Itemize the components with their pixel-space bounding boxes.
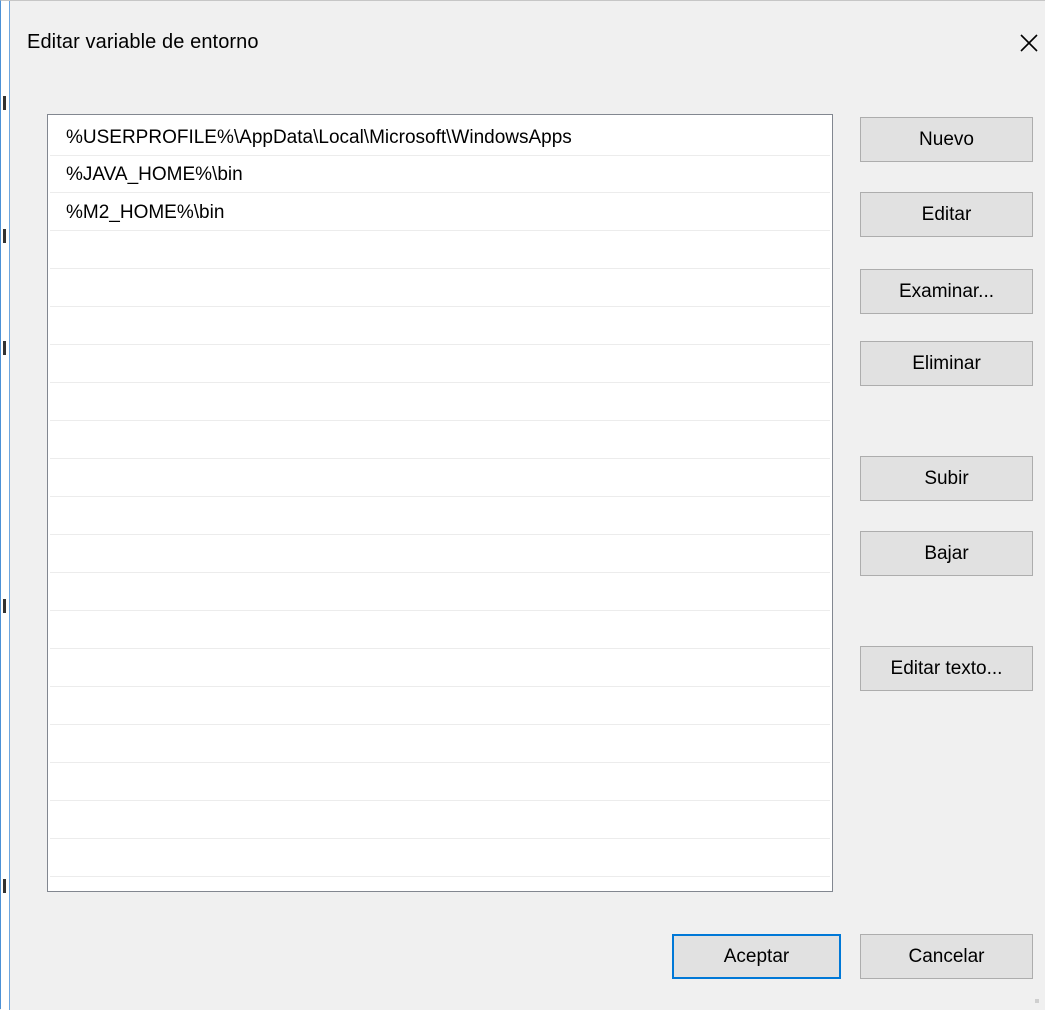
empty-list-row[interactable] [50,498,830,535]
empty-list-row[interactable] [50,422,830,459]
close-icon [1020,34,1038,52]
empty-list-row[interactable] [50,840,830,877]
edge-mark [3,599,6,613]
dialog-title: Editar variable de entorno [27,31,259,53]
cancel-button[interactable]: Cancelar [860,934,1033,979]
background-window-edge [1,1,10,1010]
close-button[interactable] [1015,29,1043,57]
empty-list-row[interactable] [50,232,830,269]
edit-text-button[interactable]: Editar texto... [860,646,1033,691]
browse-button[interactable]: Examinar... [860,269,1033,314]
empty-list-row[interactable] [50,308,830,345]
list-item[interactable]: %USERPROFILE%\AppData\Local\Microsoft\Wi… [50,119,830,156]
accept-button[interactable]: Aceptar [672,934,841,979]
empty-list-row[interactable] [50,612,830,649]
move-up-button[interactable]: Subir [860,456,1033,501]
list-item[interactable]: %M2_HOME%\bin [50,194,830,231]
empty-list-row[interactable] [50,460,830,497]
path-entries-list[interactable]: %USERPROFILE%\AppData\Local\Microsoft\Wi… [47,114,833,892]
empty-list-row[interactable] [50,574,830,611]
edit-environment-variable-dialog: Editar variable de entorno %USERPROFILE%… [0,0,1045,1010]
empty-list-row[interactable] [50,536,830,573]
delete-button[interactable]: Eliminar [860,341,1033,386]
empty-list-row[interactable] [50,270,830,307]
empty-list-row[interactable] [50,346,830,383]
edge-mark [3,96,6,110]
edge-mark [3,341,6,355]
empty-list-row[interactable] [50,688,830,725]
edge-mark [3,229,6,243]
move-down-button[interactable]: Bajar [860,531,1033,576]
edge-mark [3,879,6,893]
list-item[interactable]: %JAVA_HOME%\bin [50,156,830,193]
empty-list-row[interactable] [50,384,830,421]
edit-button[interactable]: Editar [860,192,1033,237]
new-button[interactable]: Nuevo [860,117,1033,162]
empty-list-row[interactable] [50,764,830,801]
empty-list-row[interactable] [50,802,830,839]
resize-grip-icon[interactable] [1035,999,1039,1003]
empty-list-row[interactable] [50,650,830,687]
empty-list-row[interactable] [50,726,830,763]
